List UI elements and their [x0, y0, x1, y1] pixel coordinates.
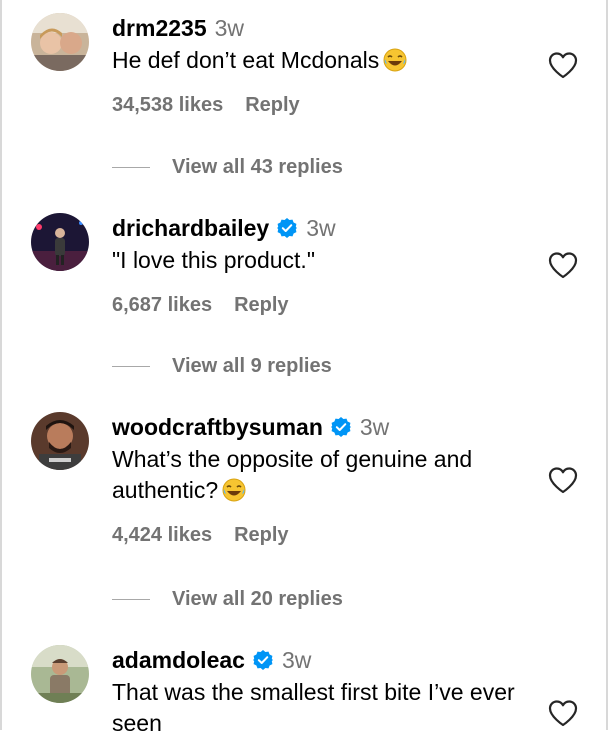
- verified-badge-icon: [330, 416, 352, 438]
- verified-badge-icon: [276, 217, 298, 239]
- like-heart-icon[interactable]: [548, 51, 578, 79]
- avatar[interactable]: [31, 645, 89, 703]
- laughing-emoji-icon: [222, 478, 246, 502]
- view-replies-link[interactable]: View all 20 replies: [172, 588, 343, 611]
- avatar-image: [31, 645, 89, 703]
- comment-timestamp[interactable]: 3w: [282, 645, 311, 675]
- replies-divider-line: [112, 366, 150, 367]
- view-replies-row[interactable]: View all 9 replies: [112, 355, 332, 378]
- comment-timestamp[interactable]: 3w: [215, 13, 244, 43]
- comment-likes-count[interactable]: 4,424 likes: [112, 524, 212, 547]
- verified-badge-icon: [252, 649, 274, 671]
- comment-likes-count[interactable]: 34,538 likes: [112, 94, 223, 117]
- replies-divider-line: [112, 599, 150, 600]
- comment-username[interactable]: woodcraftbysuman: [112, 412, 323, 442]
- comment-text-content: He def don’t eat Mcdonals: [112, 47, 380, 73]
- comment-likes-count[interactable]: 6,687 likes: [112, 294, 212, 317]
- comment-timestamp[interactable]: 3w: [306, 213, 335, 243]
- avatar[interactable]: [31, 13, 89, 71]
- view-replies-row[interactable]: View all 43 replies: [112, 156, 343, 179]
- comment-username[interactable]: drichardbailey: [112, 213, 269, 243]
- replies-divider-line: [112, 167, 150, 168]
- avatar[interactable]: [31, 412, 89, 470]
- like-heart-icon[interactable]: [548, 251, 578, 279]
- comment-text: He def don’t eat Mcdonals: [112, 45, 532, 76]
- reply-button[interactable]: Reply: [234, 524, 288, 547]
- like-heart-icon[interactable]: [548, 699, 578, 727]
- comment-text: "I love this product.": [112, 247, 315, 273]
- avatar-image: [31, 13, 89, 71]
- view-replies-link[interactable]: View all 43 replies: [172, 156, 343, 179]
- like-heart-icon[interactable]: [548, 466, 578, 494]
- view-replies-row[interactable]: View all 20 replies: [112, 588, 343, 611]
- avatar-image: [31, 412, 89, 470]
- reply-button[interactable]: Reply: [245, 94, 299, 117]
- comment-username[interactable]: adamdoleac: [112, 645, 245, 675]
- reply-button[interactable]: Reply: [234, 294, 288, 317]
- view-replies-link[interactable]: View all 9 replies: [172, 355, 332, 378]
- comment-text-content: What’s the opposite of genuine and authe…: [112, 446, 473, 503]
- comment-timestamp[interactable]: 3w: [360, 412, 389, 442]
- avatar-image: [31, 213, 89, 271]
- avatar[interactable]: [31, 213, 89, 271]
- window-left-edge: [0, 0, 2, 730]
- comment-text: What’s the opposite of genuine and authe…: [112, 444, 532, 506]
- laughing-emoji-icon: [383, 48, 407, 72]
- comment-username[interactable]: drm2235: [112, 13, 207, 43]
